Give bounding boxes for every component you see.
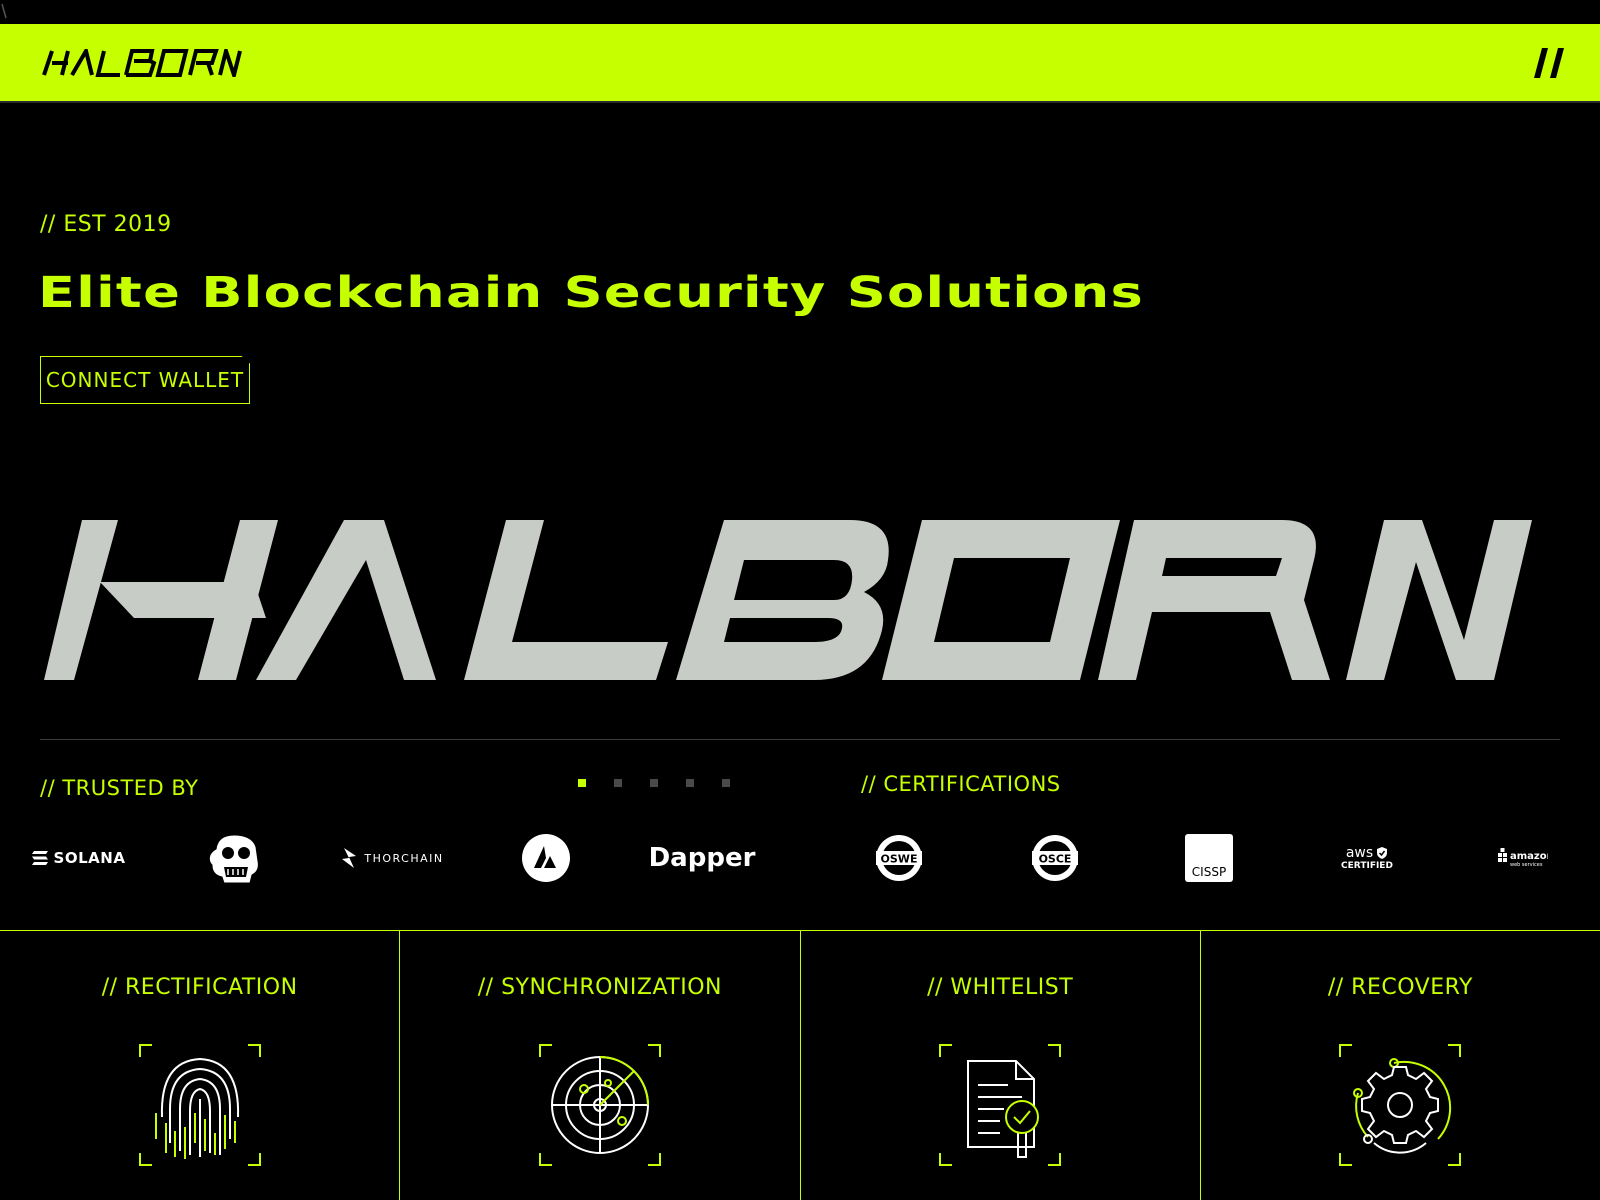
section-divider [40,739,1560,740]
osce-badge-text: OSCE [1039,853,1072,866]
feature-rectification[interactable]: // RECTIFICATION [0,931,401,1200]
dapper-logo-text: Dapper [648,843,756,873]
aws-certified-text: CERTIFIED [1341,861,1393,871]
feature-whitelist[interactable]: // WHITELIST [801,931,1201,1200]
gear-cycle-icon [1339,1044,1462,1166]
web-services-text: web services [1510,862,1543,868]
carousel-dot-3[interactable] [650,779,658,787]
carousel-dot-1[interactable] [578,779,586,787]
feature-title: // WHITELIST [927,975,1074,1000]
thorchain-logo-text: THORCHAIN [364,851,444,865]
halborn-logo[interactable] [40,49,244,77]
established-label: // EST 2019 [40,212,172,237]
halborn-wordmark [44,520,1532,680]
cissp-badge: CISSP [1184,830,1234,886]
trusted-by-label: // TRUSTED BY [40,776,199,800]
hero-headline: Elite Blockchain Security Solutions [38,268,1144,318]
aws-certified-badge: aws CERTIFIED [1334,830,1400,886]
bored-ape-logo [202,830,262,886]
menu-slashes-icon[interactable] [1528,44,1568,84]
feature-title: // RECTIFICATION [101,975,298,1000]
osce-badge-icon: OSCE [1032,835,1078,881]
oswe-badge-text: OSWE [881,853,918,866]
cissp-badge-icon: CISSP [1185,834,1233,882]
solana-mark-icon [31,851,48,865]
amazon-text: amazon [1510,851,1548,862]
radar-icon [538,1044,661,1166]
aws-text: aws [1345,845,1374,861]
connect-wallet-label: CONNECT WALLET [45,368,245,392]
carousel-dot-4[interactable] [686,779,694,787]
thorchain-logo: THORCHAIN [340,830,444,886]
features-row: // RECTIFICATION // SYNCHRONIZATION // W… [0,930,1600,1200]
avalanche-logo [520,830,572,886]
fingerprint-icon [138,1044,261,1166]
bored-ape-icon [208,834,259,884]
solana-logo-text: SOLANA [53,849,126,867]
carousel-pagination [578,779,730,787]
carousel-dot-2[interactable] [614,779,622,787]
avalanche-icon [522,834,570,882]
amazon-web-services-icon: amazon web services [1498,848,1548,868]
feature-synchronization[interactable]: // SYNCHRONIZATION [400,931,801,1200]
cissp-badge-text: CISSP [1192,865,1226,879]
top-navigation-bar [0,24,1600,103]
corner-slash-icon [1,3,7,19]
carousel-dot-5[interactable] [722,779,730,787]
thorchain-bolt-icon [342,848,357,868]
feature-recovery[interactable]: // RECOVERY [1201,931,1600,1200]
connect-wallet-button[interactable]: CONNECT WALLET [40,356,250,404]
oswe-badge: OSWE [872,830,926,886]
feature-title: // RECOVERY [1327,975,1473,1000]
feature-title: // SYNCHRONIZATION [477,975,722,1000]
document-check-icon [939,1044,1062,1166]
shield-check-icon [1377,847,1388,859]
certifications-label: // CERTIFICATIONS [861,772,1061,796]
osce-badge: OSCE [1028,830,1082,886]
solana-logo: SOLANA [26,830,130,886]
amazon-web-services-logo: amazon web services [1494,830,1550,886]
oswe-badge-icon: OSWE [876,835,922,881]
dapper-logo: Dapper [648,830,756,886]
